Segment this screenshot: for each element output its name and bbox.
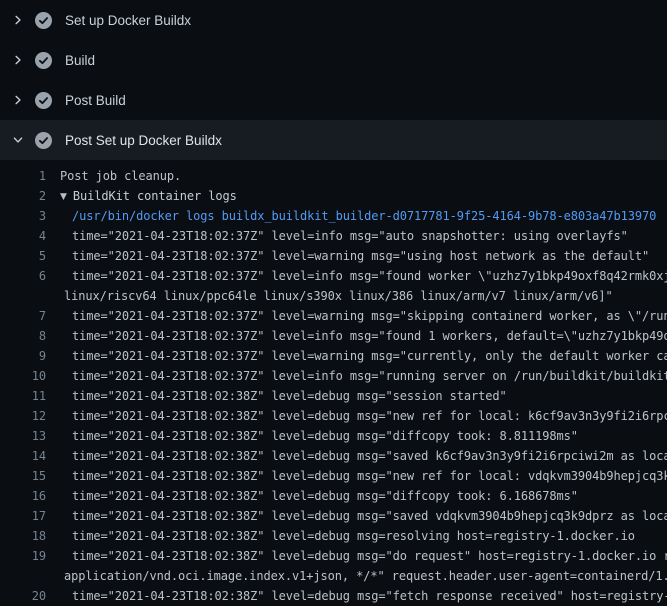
log-line-number[interactable]: 1 (0, 166, 46, 186)
log-line-number[interactable]: 15 (0, 466, 46, 486)
chevron-right-icon[interactable] (12, 14, 24, 26)
log-text: time="2021-04-23T18:02:38Z" level=debug … (46, 506, 667, 526)
check-circle-icon (35, 92, 52, 109)
log-line-number[interactable]: 12 (0, 406, 46, 426)
log-line: 9time="2021-04-23T18:02:37Z" level=warni… (0, 346, 667, 366)
log-line-number[interactable]: 6 (0, 266, 46, 286)
log-text: time="2021-04-23T18:02:37Z" level=warnin… (46, 306, 667, 326)
log-line: 5time="2021-04-23T18:02:37Z" level=warni… (0, 246, 667, 266)
log-text: time="2021-04-23T18:02:38Z" level=debug … (46, 386, 507, 406)
step-row-build[interactable]: Build (0, 40, 667, 80)
log-lines: 1Post job cleanup.2 ▼ BuildKit container l… (0, 160, 667, 606)
log-text[interactable]: ▼ BuildKit container logs (46, 186, 237, 206)
log-line: 3/usr/bin/docker logs buildx_buildkit_bu… (0, 206, 667, 226)
step-label: Set up Docker Buildx (65, 13, 191, 28)
log-line: 2 ▼ BuildKit container logs (0, 186, 667, 206)
log-line-number[interactable]: 10 (0, 366, 46, 386)
log-text: time="2021-04-23T18:02:38Z" level=debug … (46, 446, 667, 466)
log-text: time="2021-04-23T18:02:38Z" level=debug … (46, 586, 667, 606)
log-line: 1Post job cleanup. (0, 166, 667, 186)
step-label: Post Build (65, 93, 126, 108)
chevron-down-icon[interactable] (12, 134, 24, 146)
triangle-down-icon[interactable]: ▼ (60, 187, 67, 207)
log-line: 12time="2021-04-23T18:02:38Z" level=debu… (0, 406, 667, 426)
check-circle-icon (35, 12, 52, 29)
log-line-number[interactable]: 4 (0, 226, 46, 246)
step-row-post-set-up-docker-buildx[interactable]: Post Set up Docker Buildx (0, 120, 667, 160)
log-line-wrap: linux/riscv64 linux/ppc64le linux/s390x … (0, 286, 667, 306)
log-line: 11time="2021-04-23T18:02:38Z" level=debu… (0, 386, 667, 406)
log-text: time="2021-04-23T18:02:38Z" level=debug … (46, 546, 667, 566)
log-line: 20time="2021-04-23T18:02:38Z" level=debu… (0, 586, 667, 606)
log-line: 15time="2021-04-23T18:02:38Z" level=debu… (0, 466, 667, 486)
log-text: time="2021-04-23T18:02:38Z" level=debug … (46, 486, 578, 506)
log-text: time="2021-04-23T18:02:37Z" level=info m… (46, 266, 667, 286)
log-line: 10time="2021-04-23T18:02:37Z" level=info… (0, 366, 667, 386)
log-line-number[interactable]: 2 (0, 186, 46, 206)
step-label: Build (65, 53, 95, 68)
log-text: time="2021-04-23T18:02:38Z" level=debug … (46, 406, 667, 426)
log-line-number[interactable]: 7 (0, 306, 46, 326)
log-line: 7time="2021-04-23T18:02:37Z" level=warni… (0, 306, 667, 326)
log-line-number[interactable]: 11 (0, 386, 46, 406)
log-text: time="2021-04-23T18:02:37Z" level=warnin… (46, 346, 667, 366)
log-text: linux/riscv64 linux/ppc64le linux/s390x … (46, 286, 613, 306)
log-line: 8time="2021-04-23T18:02:37Z" level=info … (0, 326, 667, 346)
log-line: 16time="2021-04-23T18:02:38Z" level=debu… (0, 486, 667, 506)
log-line-gutter (0, 566, 46, 586)
log-line-number[interactable]: 3 (0, 206, 46, 226)
log-line: 17time="2021-04-23T18:02:38Z" level=debu… (0, 506, 667, 526)
log-text: time="2021-04-23T18:02:37Z" level=info m… (46, 226, 628, 246)
log-line-number[interactable]: 16 (0, 486, 46, 506)
log-command-text: /usr/bin/docker logs buildx_buildkit_bui… (46, 206, 656, 226)
log-line-number[interactable]: 5 (0, 246, 46, 266)
log-line-number[interactable]: 17 (0, 506, 46, 526)
log-text: time="2021-04-23T18:02:38Z" level=debug … (46, 466, 667, 486)
log-line: 4time="2021-04-23T18:02:37Z" level=info … (0, 226, 667, 246)
actions-log-viewer: Set up Docker Buildx Build Post Build Post … (0, 0, 667, 606)
check-circle-icon (35, 52, 52, 69)
log-group-label: BuildKit container logs (73, 189, 237, 203)
log-line-number[interactable]: 19 (0, 546, 46, 566)
log-line-wrap: application/vnd.oci.image.index.v1+json,… (0, 566, 667, 586)
step-row-set-up-docker-buildx[interactable]: Set up Docker Buildx (0, 0, 667, 40)
log-line: 6time="2021-04-23T18:02:37Z" level=info … (0, 266, 667, 286)
log-text: time="2021-04-23T18:02:37Z" level=info m… (46, 366, 667, 386)
chevron-right-icon[interactable] (12, 54, 24, 66)
log-line-gutter (0, 286, 46, 306)
log-text: time="2021-04-23T18:02:38Z" level=debug … (46, 426, 578, 446)
log-text: time="2021-04-23T18:02:37Z" level=warnin… (46, 246, 649, 266)
log-line-number[interactable]: 20 (0, 586, 46, 606)
log-line: 18time="2021-04-23T18:02:38Z" level=debu… (0, 526, 667, 546)
log-line-number[interactable]: 14 (0, 446, 46, 466)
step-label: Post Set up Docker Buildx (65, 133, 222, 148)
chevron-right-icon[interactable] (12, 94, 24, 106)
log-text: time="2021-04-23T18:02:37Z" level=info m… (46, 326, 667, 346)
log-line-number[interactable]: 8 (0, 326, 46, 346)
log-line-number[interactable]: 18 (0, 526, 46, 546)
log-text: Post job cleanup. (46, 166, 181, 186)
log-line: 19time="2021-04-23T18:02:38Z" level=debu… (0, 546, 667, 566)
log-text: application/vnd.oci.image.index.v1+json,… (46, 566, 667, 586)
log-line: 14time="2021-04-23T18:02:38Z" level=debu… (0, 446, 667, 466)
log-text: time="2021-04-23T18:02:38Z" level=debug … (46, 526, 635, 546)
check-circle-icon (35, 132, 52, 149)
step-row-post-build[interactable]: Post Build (0, 80, 667, 120)
log-line-number[interactable]: 13 (0, 426, 46, 446)
log-line: 13time="2021-04-23T18:02:38Z" level=debu… (0, 426, 667, 446)
log-line-number[interactable]: 9 (0, 346, 46, 366)
steps-list: Set up Docker Buildx Build Post Build Post … (0, 0, 667, 160)
